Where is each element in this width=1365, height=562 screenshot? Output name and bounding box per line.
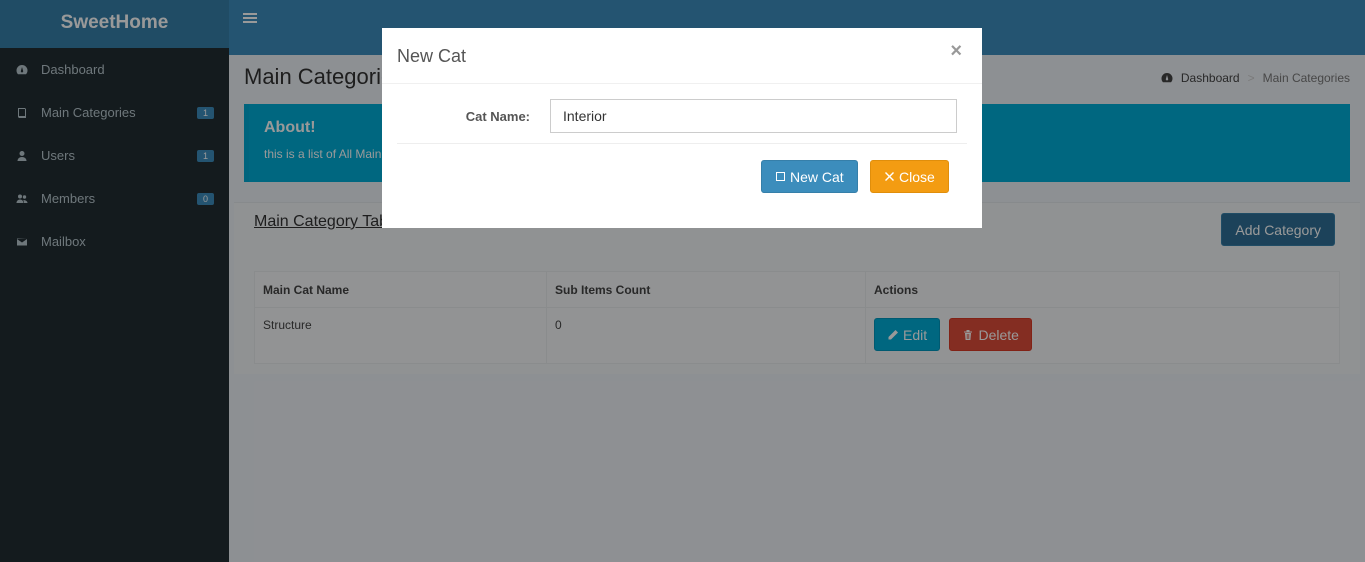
close-icon[interactable]: × bbox=[950, 40, 962, 63]
close-button[interactable]: Close bbox=[870, 160, 949, 193]
modal-header: New Cat × bbox=[382, 28, 982, 84]
cat-name-row: Cat Name: bbox=[382, 99, 982, 133]
square-icon bbox=[776, 172, 785, 181]
new-cat-label: New Cat bbox=[790, 168, 844, 185]
new-cat-modal: New Cat × Cat Name: New Cat Close bbox=[382, 28, 982, 228]
new-cat-button[interactable]: New Cat bbox=[761, 160, 858, 193]
cat-name-label: Cat Name: bbox=[465, 109, 530, 124]
modal-title: New Cat bbox=[397, 46, 467, 66]
times-icon bbox=[885, 172, 894, 181]
close-label: Close bbox=[899, 168, 935, 185]
cat-name-input[interactable] bbox=[550, 99, 957, 133]
divider bbox=[397, 143, 967, 144]
